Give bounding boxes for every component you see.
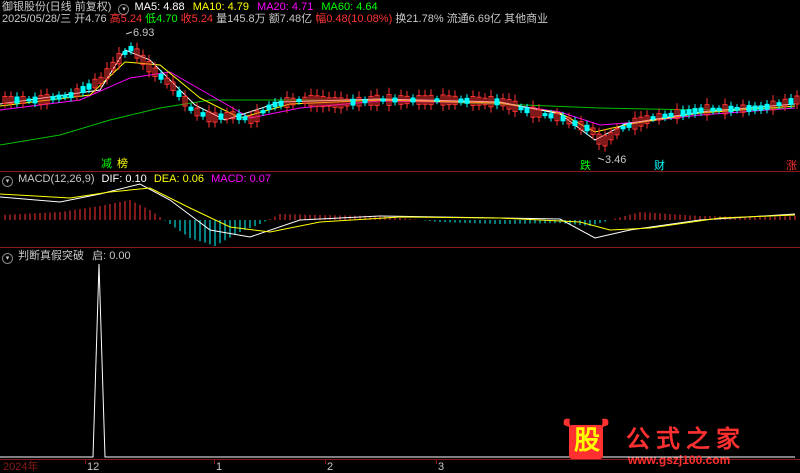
candle-body bbox=[50, 96, 56, 101]
x-axis-label-year: 2024年 bbox=[3, 461, 39, 473]
candle-body bbox=[68, 92, 74, 99]
candle-body bbox=[662, 113, 668, 119]
ma10-line bbox=[0, 61, 796, 133]
candle-body bbox=[32, 96, 38, 104]
candle-body bbox=[458, 98, 464, 103]
candle-body bbox=[746, 105, 752, 112]
ma60-line bbox=[0, 99, 796, 146]
candle-body bbox=[242, 116, 248, 121]
watermark: 股 公式之家 www.gszj100.com bbox=[550, 415, 795, 470]
candle-body bbox=[752, 105, 758, 111]
candle-body bbox=[128, 45, 134, 52]
x-axis-label-feb: 2 bbox=[327, 461, 334, 473]
candle-body bbox=[266, 104, 272, 110]
candle-body bbox=[14, 96, 20, 104]
candle-body bbox=[176, 90, 182, 97]
candle-body bbox=[668, 112, 674, 118]
candle-body bbox=[80, 86, 86, 93]
candle-body bbox=[518, 106, 524, 111]
low-pointer bbox=[597, 157, 605, 161]
candle-body bbox=[560, 115, 566, 122]
low-price-annotation: 3.46 bbox=[605, 154, 627, 166]
candle-body bbox=[392, 97, 398, 103]
x-tick-feb bbox=[325, 460, 326, 464]
candle-body bbox=[680, 109, 686, 117]
watermark-brand: 公式之家 bbox=[626, 425, 746, 453]
candle-body bbox=[56, 94, 62, 100]
candle-body bbox=[362, 99, 368, 104]
watermark-url: www.gszj100.com bbox=[628, 453, 731, 467]
candle-body bbox=[686, 109, 692, 116]
candle-body bbox=[698, 107, 704, 113]
candle-body bbox=[26, 98, 32, 102]
candle-body bbox=[86, 83, 92, 90]
candle-body bbox=[158, 73, 164, 80]
high-pointer bbox=[125, 31, 133, 35]
high-price-annotation: 6.93 bbox=[133, 27, 155, 39]
x-tick-mar bbox=[436, 460, 437, 464]
candle-body bbox=[620, 126, 626, 130]
candle-body bbox=[122, 50, 128, 55]
candle-body bbox=[278, 100, 284, 107]
candle-body bbox=[272, 101, 278, 108]
x-axis-label-jan: 1 bbox=[216, 461, 223, 473]
candle-body bbox=[434, 98, 440, 102]
candle-body bbox=[626, 123, 632, 128]
candle-body bbox=[788, 98, 794, 105]
candle-body bbox=[350, 98, 356, 106]
candle-body bbox=[692, 108, 698, 115]
x-tick-jan bbox=[214, 460, 215, 464]
event-marker-rank[interactable]: 榜 bbox=[117, 158, 128, 170]
candle-body bbox=[734, 106, 740, 111]
candle-body bbox=[710, 107, 716, 112]
candle-body bbox=[584, 124, 590, 132]
candle-body bbox=[524, 107, 530, 114]
price-chart[interactable] bbox=[0, 0, 800, 172]
x-axis-label-mar: 3 bbox=[438, 461, 445, 473]
candle-body bbox=[296, 98, 302, 103]
watermark-logo-char: 股 bbox=[573, 426, 600, 456]
candle-body bbox=[764, 103, 770, 110]
candle-body bbox=[218, 113, 224, 120]
candle-body bbox=[380, 98, 386, 102]
candle-body bbox=[758, 105, 764, 111]
candle-body bbox=[716, 107, 722, 112]
x-tick-dec bbox=[85, 460, 86, 464]
candle-body bbox=[542, 113, 548, 117]
candle-body bbox=[548, 113, 554, 119]
candle-body bbox=[260, 110, 266, 114]
event-marker-reduce[interactable]: 减 bbox=[101, 158, 112, 170]
macd-chart[interactable] bbox=[0, 172, 800, 248]
candle-body bbox=[62, 94, 68, 98]
x-axis-label-dec: 12 bbox=[87, 461, 100, 473]
candle-body bbox=[236, 113, 242, 121]
candle-body bbox=[776, 102, 782, 107]
candle-body bbox=[572, 120, 578, 127]
candle-body bbox=[650, 116, 656, 120]
candle-body bbox=[494, 98, 500, 106]
watermark-logo: 股 bbox=[560, 415, 612, 463]
candle-body bbox=[410, 97, 416, 103]
candle-body bbox=[188, 106, 194, 111]
candle-body bbox=[464, 97, 470, 104]
candle-body bbox=[728, 105, 734, 113]
macd-dea-line bbox=[0, 187, 796, 233]
candle-body bbox=[200, 112, 206, 117]
macd-dif-line bbox=[0, 183, 796, 239]
